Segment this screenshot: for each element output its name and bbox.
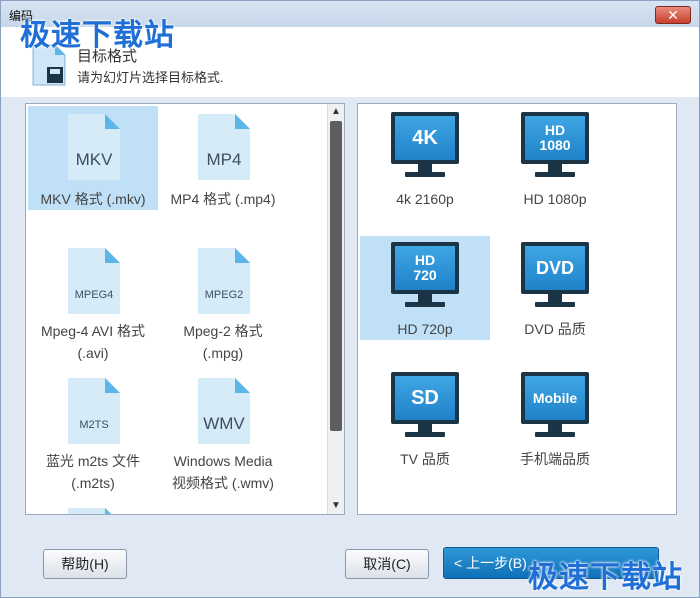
encode-dialog: 编码 ✕ 目标格式 请为幻灯片选择目标格式. MKV MKV 格式 (.mkv)… bbox=[0, 0, 700, 598]
format-list-panel: MKV MKV 格式 (.mkv) MP4 MP4 格式 (.mp4) MPEG… bbox=[25, 103, 345, 515]
format-label: MKV 格式 (.mkv) bbox=[40, 191, 146, 207]
format-tile-m2ts[interactable]: M2TS 蓝光 m2ts 文件 (.m2ts) bbox=[28, 370, 158, 491]
format-tile-wmv[interactable]: WMV Windows Media 视频格式 (.wmv) bbox=[158, 370, 288, 491]
monitor-dvd-icon: DVD bbox=[521, 242, 589, 314]
mpeg2-file-icon: MPEG2 bbox=[198, 248, 250, 314]
file-icon bbox=[68, 508, 120, 514]
scroll-thumb[interactable] bbox=[330, 121, 342, 431]
quality-tile-sd[interactable]: SD TV 品质 bbox=[360, 366, 490, 470]
format-label: 蓝光 m2ts 文件 bbox=[45, 453, 141, 469]
quality-tile-1080[interactable]: HD 1080 HD 1080p bbox=[490, 106, 620, 210]
scroll-down-arrow-icon[interactable]: ▼ bbox=[328, 498, 344, 514]
quality-label: 手机端品质 bbox=[520, 451, 590, 467]
wmv-file-icon: WMV bbox=[198, 378, 250, 444]
close-button[interactable]: ✕ bbox=[655, 6, 691, 24]
format-ext-label: (.m2ts) bbox=[71, 475, 115, 491]
format-label: Mpeg-4 AVI 格式 bbox=[40, 323, 145, 339]
format-tile-mkv[interactable]: MKV MKV 格式 (.mkv) bbox=[28, 106, 158, 210]
quality-tile-4k[interactable]: 4K 4k 2160p bbox=[360, 106, 490, 210]
quality-label: HD 720p bbox=[397, 321, 453, 337]
mpeg4-file-icon: MPEG4 bbox=[68, 248, 120, 314]
cancel-button[interactable]: 取消(C) bbox=[345, 549, 429, 579]
format-tile-avi[interactable]: MPEG4 Mpeg-4 AVI 格式 (.avi) bbox=[28, 240, 158, 361]
format-tile-mpg[interactable]: MPEG2 Mpeg-2 格式 (.mpg) bbox=[158, 240, 288, 361]
quality-tile-mobile[interactable]: Mobile 手机端品质 bbox=[490, 366, 620, 470]
format-label: MP4 格式 (.mp4) bbox=[170, 191, 276, 207]
format-tile-mp4[interactable]: MP4 MP4 格式 (.mp4) bbox=[158, 106, 288, 210]
watermark-top: 极速下载站 bbox=[20, 19, 175, 52]
quality-label: DVD 品质 bbox=[524, 321, 586, 337]
format-tile-partial[interactable] bbox=[28, 500, 158, 514]
header-subtitle: 请为幻灯片选择目标格式. bbox=[77, 70, 224, 85]
format-label: Mpeg-2 格式 bbox=[183, 323, 263, 339]
format-ext-label: (.mpg) bbox=[202, 345, 244, 361]
quality-label: 4k 2160p bbox=[396, 191, 454, 207]
monitor-4k-icon: 4K bbox=[391, 112, 459, 184]
mp4-file-icon: MP4 bbox=[198, 114, 250, 180]
m2ts-file-icon: M2TS bbox=[68, 378, 120, 444]
help-button[interactable]: 帮助(H) bbox=[43, 549, 127, 579]
format-ext-label: (.avi) bbox=[77, 345, 109, 361]
monitor-sd-icon: SD bbox=[391, 372, 459, 444]
format-label: Windows Media bbox=[173, 453, 273, 469]
scroll-up-arrow-icon[interactable]: ▲ bbox=[328, 104, 344, 120]
quality-label: TV 品质 bbox=[400, 451, 450, 467]
quality-tile-dvd[interactable]: DVD DVD 品质 bbox=[490, 236, 620, 340]
monitor-hd1080-icon: HD 1080 bbox=[521, 112, 589, 184]
format-list-scrollbar[interactable]: ▲ ▼ bbox=[327, 104, 344, 514]
mkv-file-icon: MKV bbox=[68, 114, 120, 180]
watermark-bottom: 极速下载站 bbox=[528, 561, 683, 594]
quality-tile-720[interactable]: HD 720 HD 720p bbox=[360, 236, 490, 340]
quality-list-panel: 4K 4k 2160p HD 1080 HD 1080p HD 720 HD 720… bbox=[357, 103, 677, 515]
close-icon: ✕ bbox=[667, 7, 679, 23]
monitor-hd720-icon: HD 720 bbox=[391, 242, 459, 314]
monitor-mobile-icon: Mobile bbox=[521, 372, 589, 444]
format-ext-label: 视频格式 (.wmv) bbox=[172, 475, 274, 491]
quality-label: HD 1080p bbox=[523, 191, 587, 207]
